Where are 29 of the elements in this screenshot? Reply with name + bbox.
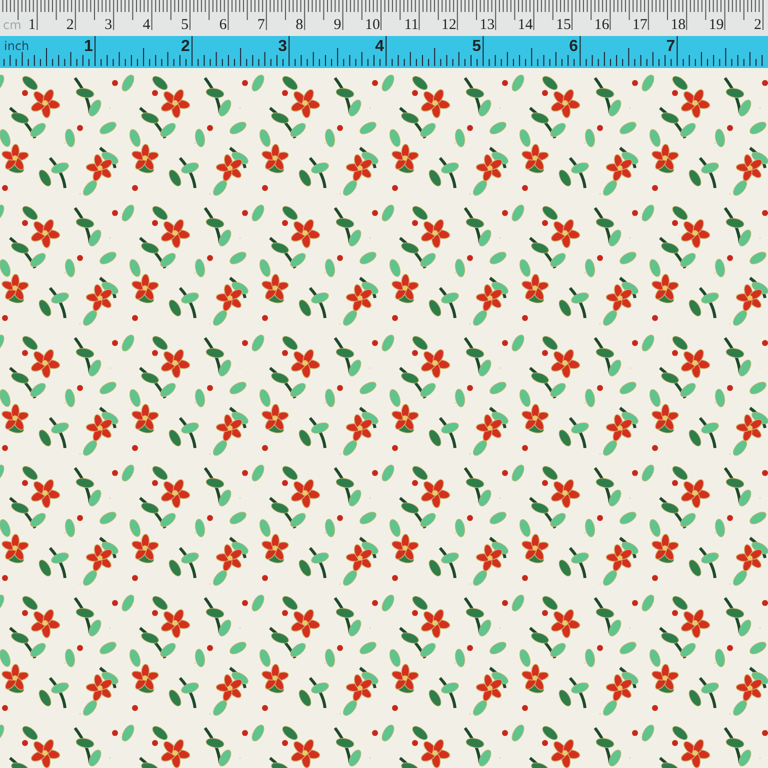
- scale-number: 4: [375, 39, 384, 55]
- scale-number: 2: [754, 17, 762, 33]
- scale-number: 12: [441, 17, 456, 33]
- scale-number: 14: [518, 17, 533, 33]
- scale-number: 3: [104, 17, 112, 33]
- scale-number: 6: [219, 17, 227, 33]
- scale-number: 4: [142, 17, 150, 33]
- scale-number: 11: [404, 17, 419, 33]
- scale-number: 3: [278, 39, 287, 55]
- scale-number: 18: [670, 17, 686, 33]
- scale-number: 6: [569, 39, 578, 55]
- scale-number: 16: [594, 17, 610, 33]
- scale-number: 13: [480, 17, 495, 33]
- scale-number: 2: [181, 39, 190, 55]
- scale-number: 5: [181, 17, 188, 33]
- scale-number: 9: [334, 17, 342, 33]
- scale-number: 7: [666, 39, 676, 55]
- scale-number: 10: [365, 17, 380, 33]
- unit-label: cm: [3, 17, 22, 33]
- scale-number: 1: [28, 17, 36, 33]
- scale-number: 19: [708, 17, 724, 33]
- scale-number: 8: [296, 17, 304, 33]
- scale-number: 1: [84, 39, 93, 55]
- scale-number: 5: [472, 39, 482, 55]
- unit-label: inch: [4, 38, 30, 54]
- scale-number: 7: [257, 17, 265, 33]
- scale-number: 2: [66, 17, 74, 33]
- scale-number: 17: [632, 17, 648, 33]
- scale-number: 15: [556, 17, 571, 33]
